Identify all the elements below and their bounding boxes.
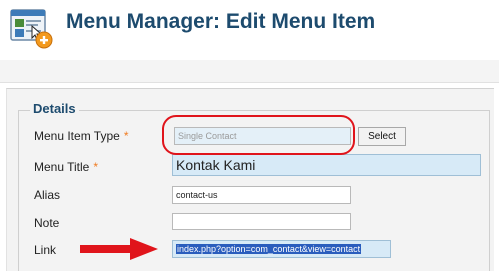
note-label: Note (34, 216, 60, 230)
menu-title-label-text: Menu Title (34, 160, 90, 174)
alias-input[interactable]: contact-us (172, 186, 351, 204)
menu-title-input[interactable]: Kontak Kami (172, 154, 481, 176)
menu-item-type-label: Menu Item Type * (34, 129, 129, 143)
page-title: Menu Manager: Edit Menu Item (66, 10, 376, 33)
red-arrow-icon (80, 238, 158, 260)
toolbar-band (0, 60, 499, 83)
details-legend: Details (30, 101, 79, 116)
note-input[interactable] (172, 213, 351, 230)
menu-title-label: Menu Title * (34, 160, 98, 174)
page-header: Menu Manager: Edit Menu Item (0, 0, 499, 60)
menu-item-type-label-text: Menu Item Type (34, 129, 120, 143)
required-mark: * (93, 160, 99, 174)
required-mark: * (123, 129, 129, 143)
link-input[interactable]: index.php?option=com_contact&view=contac… (172, 240, 391, 258)
highlight-ring (162, 115, 355, 155)
alias-label: Alias (34, 188, 61, 202)
link-label: Link (34, 243, 57, 257)
select-menu-type-button[interactable]: Select (358, 127, 406, 146)
link-selected-text: index.php?option=com_contact&view=contac… (176, 244, 362, 254)
menu-manager-icon (10, 6, 54, 50)
